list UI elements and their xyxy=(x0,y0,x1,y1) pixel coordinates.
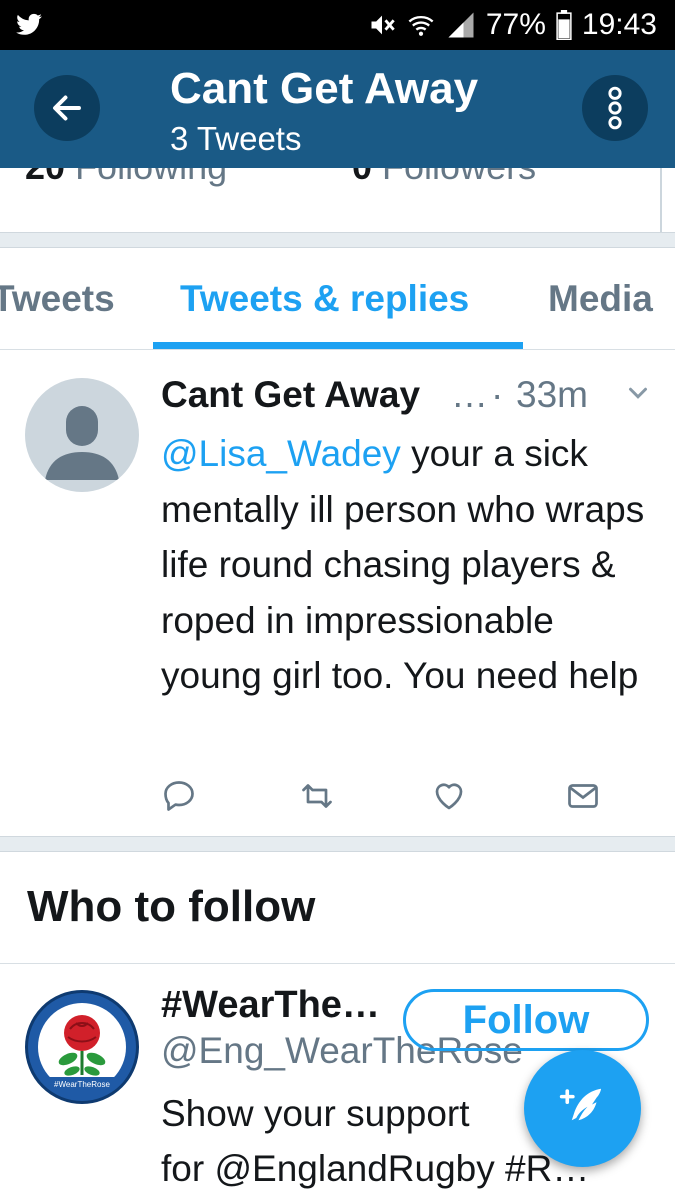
mute-icon xyxy=(371,15,395,35)
battery-percent: 77% xyxy=(485,8,546,41)
tweet-actions xyxy=(161,778,621,814)
mention-link[interactable]: @Lisa_Wadey xyxy=(161,433,401,474)
wifi-icon xyxy=(408,15,434,36)
arrow-left-icon xyxy=(53,95,81,121)
avatar-badge-text: #WearTheRose xyxy=(54,1080,110,1089)
back-button[interactable] xyxy=(34,75,100,141)
tweet-author-name[interactable]: Cant Get Away xyxy=(161,374,420,416)
compose-tweet-button[interactable] xyxy=(524,1050,641,1167)
tweet-timestamp: 33m xyxy=(516,374,588,415)
like-icon[interactable] xyxy=(431,778,467,814)
rose-logo-icon: #WearTheRose xyxy=(28,993,136,1101)
profile-counts: 20 Following 0 Followers xyxy=(0,168,675,232)
battery-icon xyxy=(556,10,572,40)
suggestion-name[interactable]: #WearThe… xyxy=(161,984,380,1027)
direct-message-icon[interactable] xyxy=(565,778,601,814)
clock: 19:43 xyxy=(581,8,657,41)
twitter-bird-icon xyxy=(16,13,42,35)
tweet-header: Cant Get Away … · 33m xyxy=(161,374,661,420)
truncation-ellipsis: … xyxy=(451,374,488,415)
section-divider xyxy=(0,836,675,852)
tab-tweets-and-replies[interactable]: Tweets & replies xyxy=(180,278,469,320)
profile-tabs: Tweets Tweets & replies Media xyxy=(0,248,675,350)
scroll-edge xyxy=(660,168,675,232)
active-tab-indicator xyxy=(153,342,523,349)
suggestion-avatar[interactable]: #WearTheRose xyxy=(25,990,139,1104)
avatar[interactable] xyxy=(25,378,139,492)
default-avatar-icon xyxy=(45,406,119,480)
tweet[interactable]: Cant Get Away … · 33m @Lisa_Wadey your a… xyxy=(0,350,675,836)
who-to-follow-header: Who to follow xyxy=(0,852,675,964)
more-menu-button[interactable] xyxy=(582,75,648,141)
reply-icon[interactable] xyxy=(161,778,197,814)
who-to-follow-title: Who to follow xyxy=(27,882,316,931)
signal-icon xyxy=(448,12,474,38)
tab-tweets[interactable]: Tweets xyxy=(0,278,115,320)
separator-dot: · xyxy=(491,374,504,415)
section-divider xyxy=(0,232,675,248)
profile-name-title: Cant Get Away xyxy=(170,64,479,113)
following-count[interactable]: 20 Following xyxy=(25,168,227,188)
app-header: Cant Get Away 3 Tweets xyxy=(0,50,675,168)
follow-button[interactable]: Follow xyxy=(403,989,649,1051)
tweet-count: 3 Tweets xyxy=(170,120,302,157)
retweet-icon[interactable] xyxy=(299,778,335,814)
status-bar: 77% 19:43 xyxy=(0,0,675,50)
followers-count[interactable]: 0 Followers xyxy=(352,168,536,188)
chevron-down-icon[interactable] xyxy=(623,378,653,408)
more-vertical-icon xyxy=(608,86,622,130)
tab-media[interactable]: Media xyxy=(548,278,653,320)
compose-tweet-icon xyxy=(559,1088,601,1120)
tweet-text: @Lisa_Wadey your a sick mentally ill per… xyxy=(161,433,645,696)
